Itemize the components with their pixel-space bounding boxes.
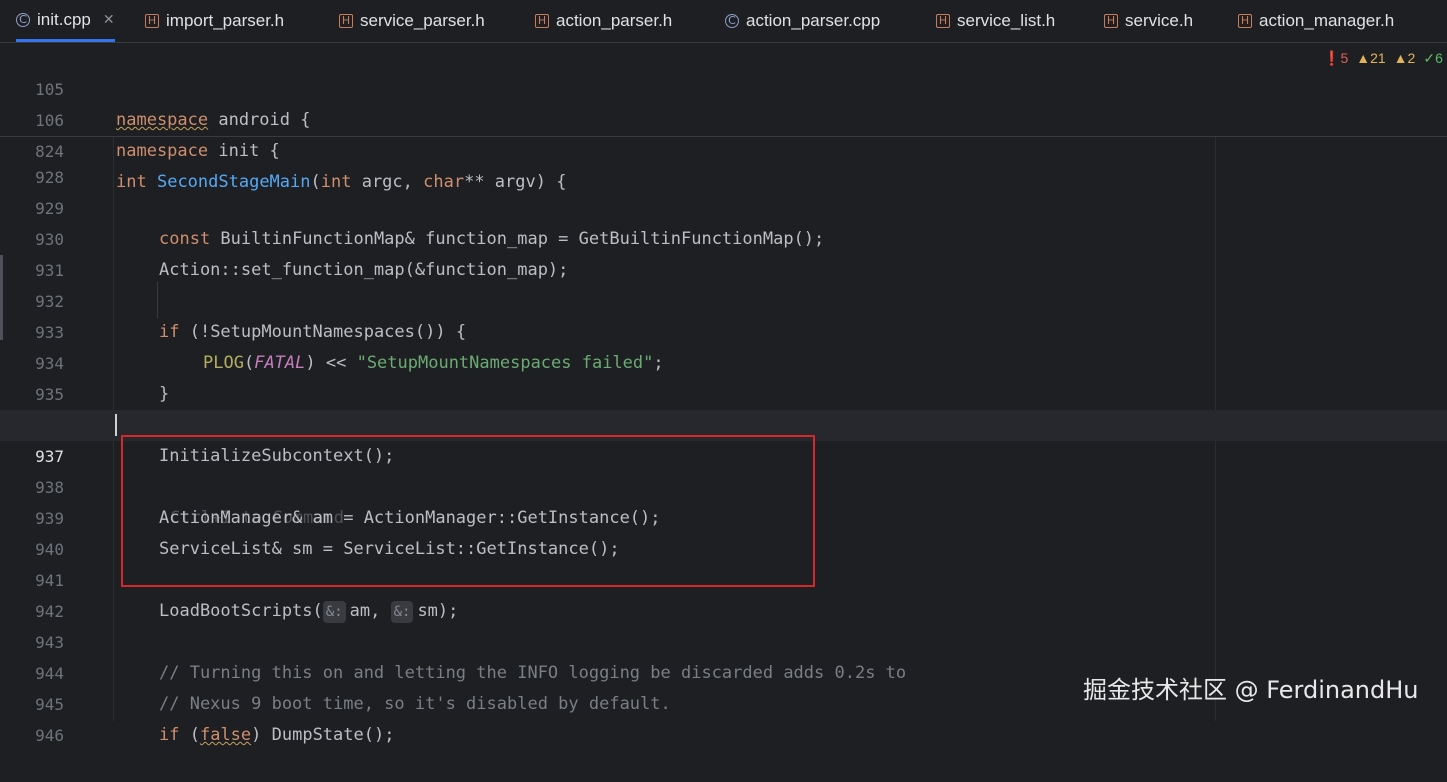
- tab-label: action_manager.h: [1259, 11, 1395, 30]
- tab-label: service_list.h: [957, 11, 1056, 30]
- tab-action-parser-h[interactable]: H action_parser.h: [535, 0, 672, 42]
- code-line[interactable]: 936 InitializeSubcontext();: [0, 379, 1447, 466]
- error-count: 5: [1340, 50, 1349, 66]
- tab-label: action_parser.cpp: [746, 11, 881, 30]
- ok-count: 6: [1435, 50, 1443, 66]
- tab-label: import_parser.h: [166, 11, 285, 30]
- tab-service-h[interactable]: H service.h: [1104, 0, 1193, 42]
- tab-action-parser-cpp[interactable]: C action_parser.cpp: [725, 0, 880, 42]
- tab-label: service_parser.h: [360, 11, 485, 30]
- code-line[interactable]: 932 if (!SetupMountNamespaces()) {: [0, 255, 1447, 342]
- code-line[interactable]: 929 const BuiltinFunctionMap& function_m…: [0, 162, 1447, 249]
- code-line[interactable]: 933 PLOG(FATAL) << "SetupMountNamespaces…: [0, 286, 1447, 373]
- code-line[interactable]: 930 Action::set_function_map(&function_m…: [0, 193, 1447, 280]
- inspection-widget[interactable]: ❗5 ▲21 ▲2 ✓6: [1323, 50, 1443, 67]
- header-file-icon: H: [535, 14, 549, 28]
- error-icon: ❗5: [1323, 50, 1349, 66]
- header-file-icon: H: [145, 14, 159, 28]
- weak-warning-count: 2: [1407, 50, 1416, 66]
- close-icon[interactable]: ✕: [103, 11, 115, 28]
- code-line[interactable]: 931: [0, 224, 1447, 280]
- code-line[interactable]: 943 // Turning this on and letting the I…: [0, 596, 1447, 683]
- tab-init-cpp[interactable]: C init.cpp ✕: [16, 0, 115, 42]
- keyword: false: [199, 725, 252, 745]
- code-line[interactable]: 935: [0, 348, 1447, 404]
- text-caret: [115, 414, 117, 436]
- code-text: ) DumpState();: [251, 725, 395, 745]
- tab-label: action_parser.h: [556, 11, 673, 30]
- code-text: (: [179, 725, 200, 745]
- header-file-icon: H: [1238, 14, 1252, 28]
- sticky-line[interactable]: 105 namespace android {: [0, 43, 1447, 130]
- tab-label: service.h: [1125, 11, 1194, 30]
- cpp-file-icon: C: [725, 14, 739, 28]
- code-line[interactable]: 944 // Nexus 9 boot time, so it's disabl…: [0, 627, 1447, 714]
- header-file-icon: H: [936, 14, 950, 28]
- tab-service-list-h[interactable]: H service_list.h: [936, 0, 1055, 42]
- warning-count: 21: [1370, 50, 1386, 66]
- tab-action-manager-h[interactable]: H action_manager.h: [1238, 0, 1394, 42]
- keyword: if: [159, 725, 180, 745]
- sticky-line[interactable]: 106 namespace init {: [0, 74, 1447, 161]
- header-file-icon: H: [339, 14, 353, 28]
- check-icon: ✓6: [1423, 50, 1443, 66]
- tab-label: init.cpp: [37, 9, 91, 29]
- line-number: 946: [35, 726, 64, 745]
- weak-warning-icon: ▲2: [1393, 50, 1416, 66]
- watermark: 掘金技术社区 @ FerdinandHu: [1083, 676, 1419, 704]
- sticky-lines-header: 105 namespace android { 106 namespace in…: [0, 43, 1447, 192]
- editor-tab-bar: C init.cpp ✕ H import_parser.h H service…: [0, 0, 1447, 43]
- code-line[interactable]: 934 }: [0, 317, 1447, 404]
- tab-service-parser-h[interactable]: H service_parser.h: [339, 0, 485, 42]
- red-highlight-box: [121, 435, 815, 587]
- warning-icon: ▲21: [1356, 50, 1386, 66]
- cpp-file-icon: C: [16, 12, 30, 27]
- header-file-icon: H: [1104, 14, 1118, 28]
- tab-import-parser-h[interactable]: H import_parser.h: [145, 0, 284, 42]
- code-line[interactable]: 928: [0, 131, 1447, 187]
